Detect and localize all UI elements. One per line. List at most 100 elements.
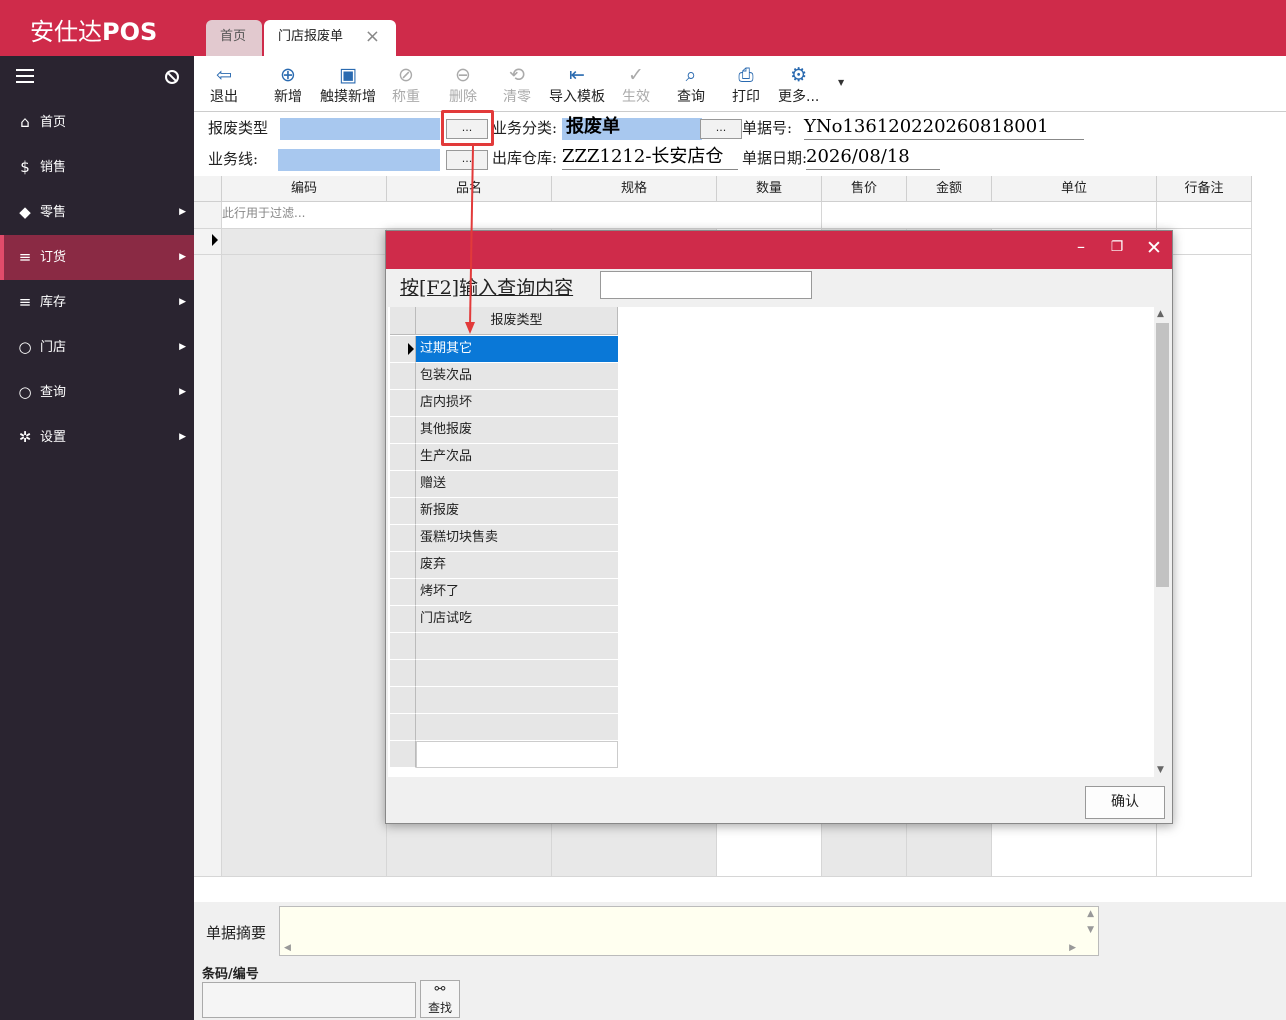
warehouse-label: 出库仓库:	[492, 149, 558, 167]
business-category-label: 业务分类:	[492, 119, 558, 137]
scroll-down-icon[interactable]: ▼	[1157, 765, 1164, 775]
row-header[interactable]	[390, 363, 416, 390]
list-item[interactable]: 生产次品	[416, 444, 618, 471]
top-header: 安仕达POS 首页 门店报废单 ×	[0, 0, 1286, 56]
delete-button[interactable]: ⊖ 删除	[449, 62, 477, 106]
row-header[interactable]	[390, 606, 416, 633]
import-template-button[interactable]: ⇤ 导入模板	[549, 62, 605, 106]
brand-cn: 安仕达	[30, 18, 102, 46]
tab-store-scrap[interactable]: 门店报废单 ×	[264, 20, 396, 56]
business-category-lookup-button[interactable]: ...	[700, 119, 742, 139]
list-item[interactable]: 其他报废	[416, 417, 618, 444]
list-item[interactable]: 废弃	[416, 552, 618, 579]
list-item-empty	[416, 633, 618, 660]
col-qty[interactable]: 数量	[717, 176, 822, 202]
chevron-right-icon: ▶	[179, 252, 186, 262]
binoculars-icon: ⚯	[434, 982, 446, 997]
sidebar-item-label: 门店	[40, 340, 67, 355]
list-item[interactable]: 包装次品	[416, 363, 618, 390]
row-header[interactable]	[390, 525, 416, 552]
activate-label: 生效	[622, 89, 650, 105]
confirm-button[interactable]: 确认	[1085, 786, 1165, 819]
col-price[interactable]: 售价	[822, 176, 907, 202]
chevron-down-icon[interactable]: ▼	[838, 78, 844, 87]
chevron-right-icon: ▶	[179, 207, 186, 217]
restore-icon[interactable]: ❐	[1106, 239, 1128, 255]
list-item[interactable]: 赠送	[416, 471, 618, 498]
close-icon[interactable]: ×	[365, 20, 380, 54]
refresh-icon: ⟲	[509, 64, 525, 86]
sidebar-item-order[interactable]: ≡ 订货 ▶	[0, 235, 194, 280]
row-header[interactable]	[390, 390, 416, 417]
tab-home[interactable]: 首页	[206, 20, 262, 56]
list-item[interactable]: 过期其它	[416, 336, 618, 363]
query-button[interactable]: ⌕ 查询	[677, 62, 705, 106]
touch-add-button[interactable]: ▣ 触摸新增	[320, 62, 376, 106]
close-icon[interactable]: ✕	[1143, 237, 1165, 259]
print-button[interactable]: ⎙ 打印	[732, 62, 760, 106]
list-item[interactable]: 门店试吃	[416, 606, 618, 633]
scroll-up-icon[interactable]: ▲	[1157, 309, 1164, 319]
scroll-up-icon[interactable]: ▲	[1087, 909, 1094, 919]
sidebar-item-retail[interactable]: ◆ 零售 ▶	[0, 190, 194, 235]
minimize-icon[interactable]: –	[1070, 237, 1092, 256]
doc-add-icon: ▣	[339, 64, 357, 86]
row-header-col	[194, 202, 222, 876]
more-button[interactable]: ⚙ 更多...	[778, 62, 819, 106]
summary-textarea[interactable]: ▲ ▼ ◀ ▶	[279, 906, 1099, 956]
row-header[interactable]	[390, 552, 416, 579]
col-amount[interactable]: 金额	[907, 176, 992, 202]
sidebar-item-store[interactable]: ○ 门店 ▶	[0, 325, 194, 370]
find-button[interactable]: ⚯ 查找	[420, 980, 460, 1018]
menu-icon[interactable]	[16, 69, 34, 83]
weigh-button[interactable]: ⊘ 称重	[392, 62, 420, 106]
business-line-lookup-button[interactable]: ...	[446, 150, 488, 170]
home-icon: ⌂	[20, 113, 30, 131]
row-header[interactable]	[390, 579, 416, 606]
scroll-thumb[interactable]	[1156, 323, 1169, 587]
row-header[interactable]	[390, 417, 416, 444]
col-remark[interactable]: 行备注	[1157, 176, 1252, 202]
sidebar-item-query[interactable]: ○ 查询 ▶	[0, 370, 194, 415]
scrap-type-field[interactable]	[280, 118, 440, 140]
list-item[interactable]: 新报废	[416, 498, 618, 525]
sidebar-item-inventory[interactable]: ≡ 库存 ▶	[0, 280, 194, 325]
sidebar-item-label: 订货	[40, 250, 67, 265]
filter-row-placeholder[interactable]: 此行用于过滤...	[222, 204, 305, 221]
col-unit[interactable]: 单位	[992, 176, 1157, 202]
sidebar-item-home[interactable]: ⌂ 首页	[0, 100, 194, 145]
list-item[interactable]: 蛋糕切块售卖	[416, 525, 618, 552]
add-button[interactable]: ⊕ 新增	[274, 62, 302, 106]
ban-icon[interactable]	[165, 70, 179, 84]
scale-icon: ⊘	[398, 64, 414, 86]
list-item[interactable]: 烤坏了	[416, 579, 618, 606]
list-item[interactable]: 店内损坏	[416, 390, 618, 417]
gear-icon: ✲	[18, 428, 32, 446]
barcode-input[interactable]	[202, 982, 416, 1018]
scroll-down-icon[interactable]: ▼	[1087, 925, 1094, 935]
clear-button[interactable]: ⟲ 清零	[503, 62, 531, 106]
activate-button[interactable]: ✓ 生效	[622, 62, 650, 106]
sidebar-item-sales[interactable]: $ 销售	[0, 145, 194, 190]
sidebar: ⌂ 首页 $ 销售 ◆ 零售 ▶ ≡ 订货 ▶ ≡ 库存 ▶ ○ 门店 ▶ ○ 查询 ▶ ✲ 设置 ▶	[0, 56, 194, 1020]
list-header-scrap-type[interactable]: 报废类型	[416, 307, 618, 335]
col-spec[interactable]: 规格	[552, 176, 717, 202]
search-icon: ⌕	[685, 64, 697, 86]
row-header[interactable]	[390, 444, 416, 471]
dialog-search-input[interactable]	[600, 271, 812, 299]
scroll-right-icon[interactable]: ▶	[1069, 943, 1076, 953]
search-icon: ○	[18, 383, 32, 401]
database-icon: ≡	[18, 248, 32, 266]
sidebar-item-label: 销售	[40, 160, 67, 175]
dialog-scrollbar[interactable]: ▲ ▼	[1154, 307, 1170, 777]
row-header[interactable]	[390, 336, 416, 363]
exit-button[interactable]: ⇦ 退出	[210, 62, 238, 106]
search-icon: ○	[18, 338, 32, 356]
scroll-left-icon[interactable]: ◀	[284, 943, 291, 953]
business-line-field[interactable]	[278, 149, 440, 171]
row-header[interactable]	[390, 498, 416, 525]
col-code[interactable]: 编码	[222, 176, 387, 202]
row-header[interactable]	[390, 471, 416, 498]
col-name[interactable]: 品名	[387, 176, 552, 202]
sidebar-item-settings[interactable]: ✲ 设置 ▶	[0, 415, 194, 460]
